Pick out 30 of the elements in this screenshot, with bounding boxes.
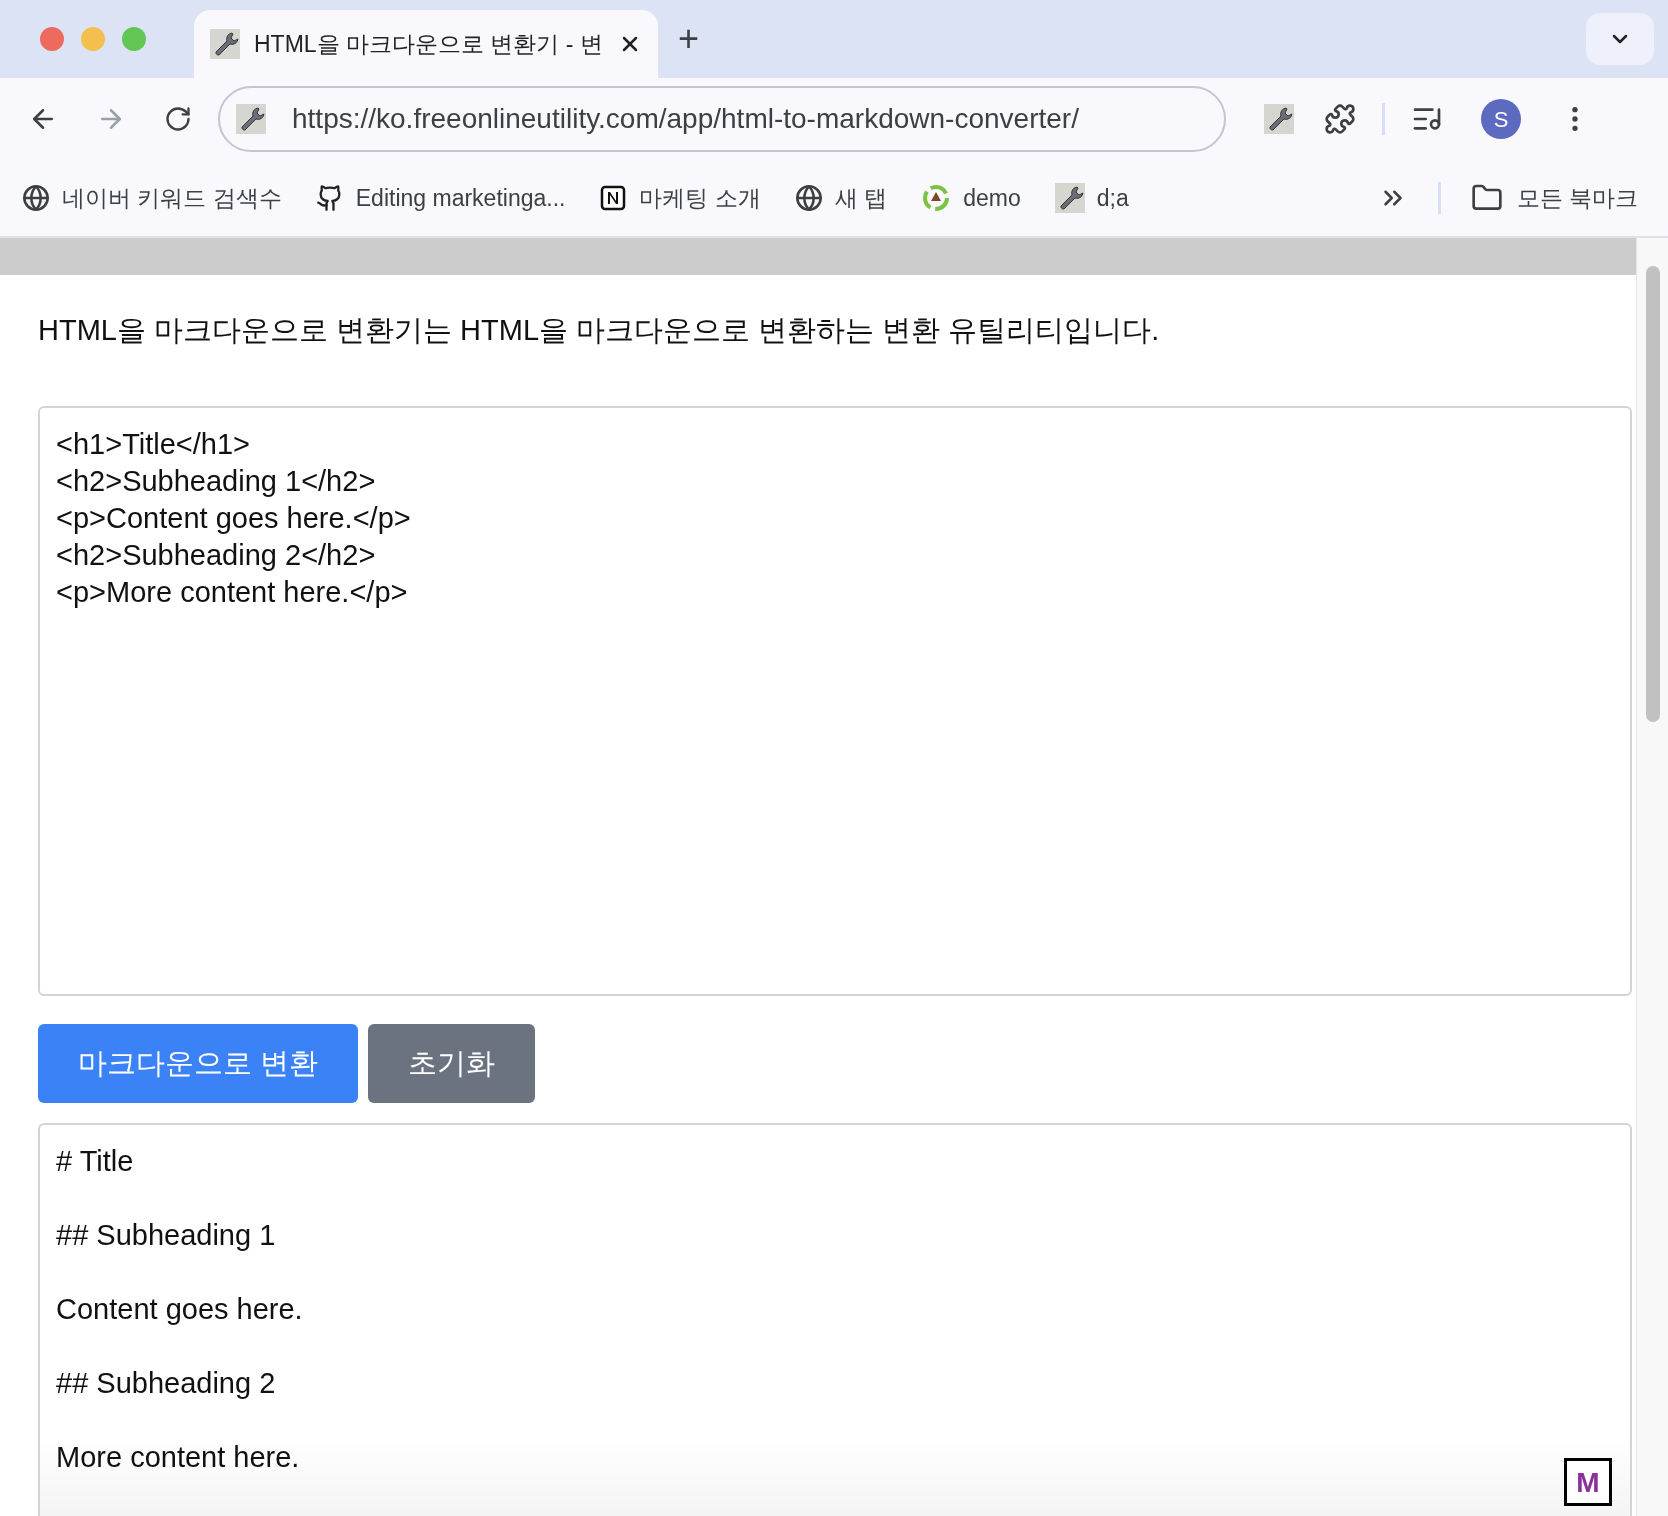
wrench-icon (1054, 183, 1085, 213)
reload-icon[interactable] (164, 105, 192, 133)
url-text: https://ko.freeonlineutility.com/app/html-to-markdown-converter/ (292, 102, 1079, 136)
bookmark-item[interactable]: Editing marketinga... (315, 180, 566, 216)
description-text: HTML을 마크다운으로 변환기는 HTML을 마크다운으로 변환하는 변환 유틸리티입니다. (38, 313, 1161, 348)
logo-badge[interactable]: M (1564, 1458, 1612, 1506)
bookmark-item[interactable]: 마케팅 소개 (599, 180, 761, 216)
puzzle-icon[interactable] (1324, 103, 1356, 135)
all-bookmarks-button[interactable]: 모든 북마크 (1470, 180, 1638, 216)
globe-icon (22, 184, 50, 212)
bookmark-item[interactable]: 새 탭 (794, 180, 888, 216)
globe-icon (794, 184, 823, 212)
reset-button[interactable]: 초기화 (368, 1023, 536, 1103)
address-bar[interactable]: https://ko.freeonlineutility.com/app/html-to-markdown-converter/ (218, 86, 1226, 152)
n-block-icon (599, 184, 628, 212)
markdown-output-field[interactable]: # Title ## Subheading 1 Content goes here. ## Subheading 2 More content here. M (38, 1122, 1632, 1516)
bookmark-item[interactable]: d;a (1054, 180, 1129, 216)
html-input-field[interactable]: <h1>Title</h1> <h2>Subheading 1</h2> <p>Content goes here.</p> <h2>Subheading 2</h2> <p>More content here.</p> (38, 405, 1632, 996)
new-tab-button[interactable]: + (678, 21, 700, 57)
wrench-icon (236, 104, 266, 134)
browser-tab[interactable]: HTML을 마크다운으로 변환기 - 변 (194, 10, 658, 78)
scrollbar[interactable] (1636, 238, 1668, 1516)
wrench-icon (1264, 104, 1294, 134)
tab-title: HTML을 마크다운으로 변환기 - 변 (254, 29, 603, 59)
recycle-icon (921, 183, 952, 213)
bookmark-item[interactable]: 네이버 키워드 검색수 (22, 180, 282, 216)
profile-avatar[interactable]: S (1481, 99, 1521, 139)
bookmark-item[interactable]: demo (921, 180, 1021, 216)
convert-button[interactable]: 마크다운으로 변환 (38, 1023, 359, 1103)
wrench-icon (210, 29, 240, 59)
